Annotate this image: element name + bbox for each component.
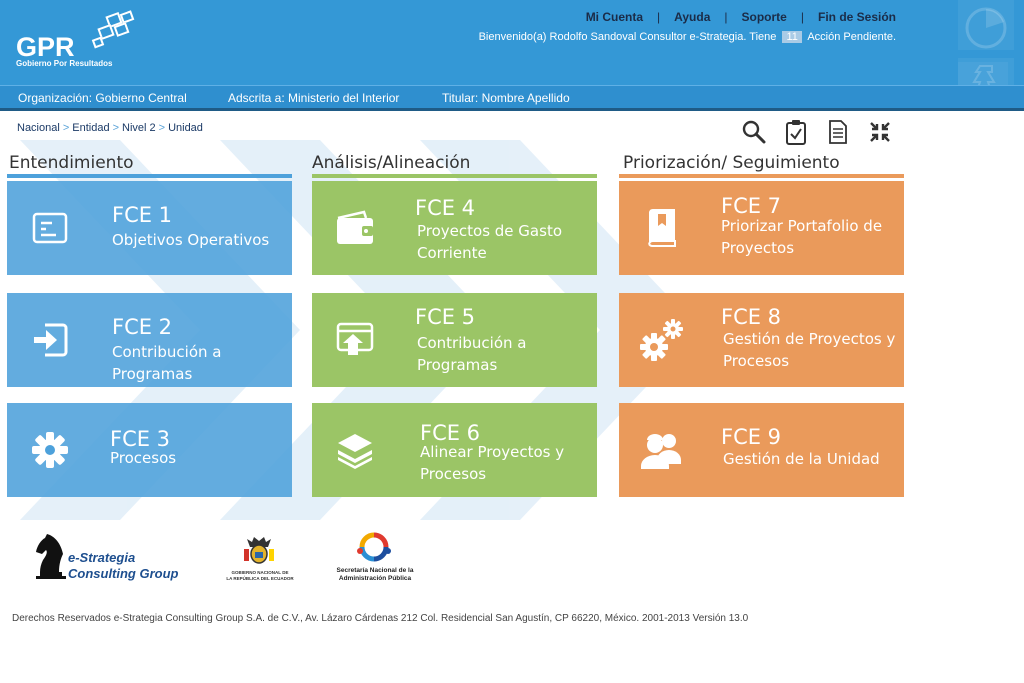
- tile-label: Gestión de la Unidad: [723, 450, 880, 468]
- logo3-line2: Administración Pública: [338, 575, 412, 582]
- logo3-line1: Secretaría Nacional de la: [336, 567, 414, 574]
- welcome-message: Bienvenido(a) Rodolfo Sandoval Consultor…: [479, 31, 896, 43]
- search-icon: [742, 120, 766, 144]
- tile-fce-5[interactable]: FCE 5 Contribución a Programas: [312, 293, 597, 387]
- snap-logo[interactable]: Secretaría Nacional de la Administración…: [330, 529, 420, 587]
- breadcrumb-unidad: Unidad: [168, 122, 203, 134]
- tile-fce-8[interactable]: FCE 8 Gestión de Proyectos y Procesos: [619, 293, 904, 387]
- book-icon: [637, 203, 687, 253]
- logo2-line1: GOBIERNO NACIONAL DE: [231, 570, 289, 575]
- tile-fce-2[interactable]: FCE 2 Contribución a Programas: [7, 293, 292, 387]
- nav-ayuda[interactable]: Ayuda: [674, 10, 710, 24]
- pending-actions-badge[interactable]: 11: [782, 31, 802, 43]
- tile-label: Priorizar Portafolio de Proyectos: [721, 217, 883, 257]
- gpr-logo[interactable]: GPR Gobierno Por Resultados: [14, 10, 144, 72]
- breadcrumb-nacional[interactable]: Nacional: [17, 122, 60, 134]
- tile-code: FCE 1: [112, 203, 173, 227]
- logo-subtitle: Gobierno Por Resultados: [16, 59, 113, 68]
- compress-button[interactable]: [866, 118, 894, 146]
- tile-label: Objetivos Operativos: [112, 231, 270, 249]
- column-title: Priorización/ Seguimiento: [623, 153, 840, 173]
- team-icon: [637, 425, 687, 475]
- e-strategia-logo[interactable]: e-Strategia Consulting Group: [30, 528, 180, 583]
- tile-fce-3[interactable]: FCE 3 Procesos: [7, 403, 292, 497]
- partner-logos: e-Strategia Consulting Group GOBIERNO NA…: [30, 525, 450, 590]
- wallet-icon: [330, 203, 380, 253]
- ecuador-gov-logo[interactable]: GOBIERNO NACIONAL DE LA REPÚBLICA DEL EC…: [220, 535, 300, 585]
- coat-of-arms-icon: [244, 537, 274, 564]
- tile-fce-7[interactable]: FCE 7 Priorizar Portafolio de Proyectos: [619, 181, 904, 275]
- breadcrumb-nivel-2[interactable]: Nivel 2: [122, 122, 156, 134]
- tile-code: FCE 9: [721, 425, 782, 449]
- chess-knight-icon: [36, 534, 66, 579]
- snap-ring-icon: [357, 532, 391, 562]
- pie-chart-widget[interactable]: [958, 0, 1014, 50]
- tile-fce-9[interactable]: FCE 9 Gestión de la Unidad: [619, 403, 904, 497]
- breadcrumb: Nacional > Entidad > Nivel 2 > Unidad: [17, 122, 203, 134]
- tile-fce-1[interactable]: FCE 1 Objetivos Operativos: [7, 181, 292, 275]
- titular-label: Titular: Nombre Apellido: [442, 91, 570, 105]
- tile-code: FCE 5: [415, 305, 476, 329]
- copyright-notice: Derechos Reservados e-Strategia Consulti…: [12, 613, 749, 624]
- stack-icon: [330, 425, 380, 475]
- column-title: Análisis/Alineación: [312, 153, 471, 173]
- search-button[interactable]: [740, 118, 768, 146]
- logo2-line2: LA REPÚBLICA DEL ECUADOR: [226, 576, 294, 581]
- clipboard-button[interactable]: [782, 118, 810, 146]
- tile-label: Contribución a Programas: [417, 334, 527, 374]
- list-window-icon: [25, 203, 75, 253]
- tile-label: Proyectos de Gasto Corriente: [417, 222, 562, 262]
- logo1-line2: Consulting Group: [68, 566, 179, 581]
- document-icon: [829, 120, 847, 144]
- nav-mi-cuenta[interactable]: Mi Cuenta: [586, 10, 643, 24]
- logo-squares-icon: [89, 10, 139, 52]
- tile-label: Alinear Proyectos y Procesos: [420, 443, 565, 483]
- breadcrumb-entidad[interactable]: Entidad: [72, 122, 109, 134]
- tile-label: Procesos: [110, 449, 177, 467]
- tile-label: Gestión de Proyectos y Procesos: [723, 330, 896, 370]
- tile-fce-6[interactable]: FCE 6 Alinear Proyectos y Procesos: [312, 403, 597, 497]
- organization-bar: Organización: Gobierno Central Adscrita …: [0, 85, 1024, 111]
- document-button[interactable]: [824, 118, 852, 146]
- top-nav: Mi Cuenta | Ayuda | Soporte | Fin de Ses…: [585, 10, 896, 24]
- tile-code: FCE 2: [112, 315, 173, 339]
- compress-icon: [870, 122, 890, 142]
- gears-icon: [637, 315, 687, 365]
- column-title: Entendimiento: [9, 153, 134, 173]
- tile-fce-4[interactable]: FCE 4 Proyectos de Gasto Corriente: [312, 181, 597, 275]
- nav-fin-de-sesion[interactable]: Fin de Sesión: [818, 10, 896, 24]
- welcome-prefix: Bienvenido(a) Rodolfo Sandoval Consultor…: [478, 31, 777, 43]
- upload-window-icon: [330, 315, 380, 365]
- gear-icon: [25, 425, 75, 475]
- sign-in-icon: [25, 315, 75, 365]
- tile-code: FCE 8: [721, 305, 782, 329]
- clipboard-check-icon: [786, 120, 806, 145]
- pie-chart-icon: [965, 7, 1007, 49]
- toolbar: [740, 118, 894, 146]
- logo1-line1: e-Strategia: [68, 550, 136, 565]
- tile-code: FCE 4: [415, 196, 476, 220]
- nav-soporte[interactable]: Soporte: [742, 10, 787, 24]
- welcome-suffix: Acción Pendiente.: [807, 31, 896, 43]
- tile-label: Contribución a Programas: [112, 343, 222, 383]
- adscrita-label: Adscrita a: Ministerio del Interior: [228, 91, 400, 105]
- organization-label: Organización: Gobierno Central: [18, 91, 187, 105]
